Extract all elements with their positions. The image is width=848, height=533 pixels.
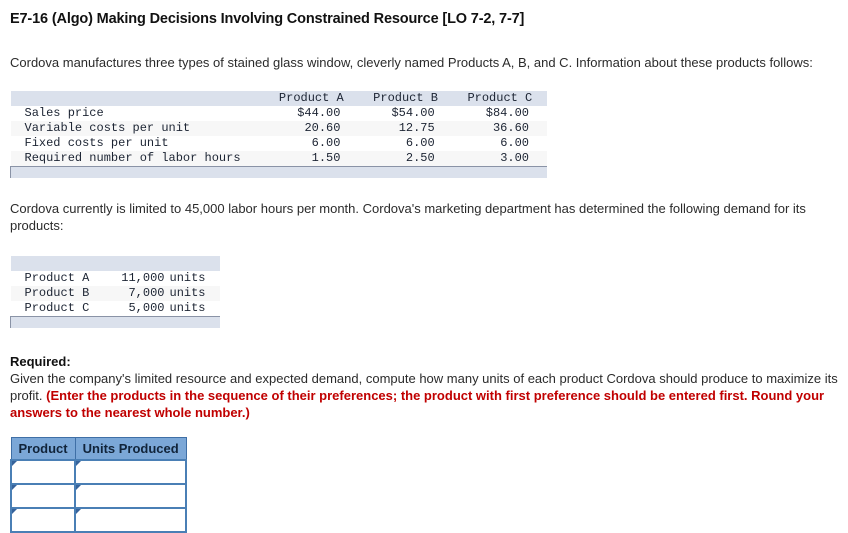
row-label: Product B [10,286,97,301]
product-input-cell-3[interactable] [9,507,77,533]
row-value-b: 12.75 [358,121,453,136]
row-label: Required number of labor hours [10,151,265,167]
answer-table-header-row: Product Units Produced [10,437,187,461]
cell-dropdown-marker-icon [12,509,17,514]
table-row: Variable costs per unit 20.60 12.75 36.6… [10,121,547,136]
instruction-emphasis-text: (Enter the products in the sequence of t… [10,388,825,420]
table-row: Product A 11,000 units [10,271,220,286]
answer-header-product: Product [10,437,76,461]
answer-entry-table: Product Units Produced [9,437,188,533]
header-blank-cell [164,256,220,271]
row-value-c: 6.00 [452,136,547,151]
row-label: Variable costs per unit [10,121,265,136]
row-value-a: 6.00 [264,136,359,151]
row-unit: units [164,301,220,317]
row-value-c: 3.00 [452,151,547,167]
header-blank-cell [96,256,165,271]
row-value-b: 2.50 [358,151,453,167]
row-label: Product A [10,271,97,286]
table-row: Product B 7,000 units [10,286,220,301]
product-input-cell-1[interactable] [9,459,77,485]
header-product-a: Product A [264,91,359,106]
footer-band [10,166,547,178]
product-table-footer [10,166,547,178]
header-product-b: Product B [358,91,453,106]
row-quantity: 5,000 [96,301,165,317]
product-information-table: Product A Product B Product C Sales pric… [10,91,547,178]
answer-row-2 [9,483,188,509]
row-value-b: $54.00 [358,106,453,121]
row-value-a: $44.00 [264,106,359,121]
constraint-paragraph: Cordova currently is limited to 45,000 l… [10,201,806,233]
table-row: Fixed costs per unit 6.00 6.00 6.00 [10,136,547,151]
units-input-cell-2[interactable] [74,483,188,509]
row-value-c: 36.60 [452,121,547,136]
cell-dropdown-marker-icon [76,509,82,514]
row-quantity: 7,000 [96,286,165,301]
row-value-a: 1.50 [264,151,359,167]
row-value-c: $84.00 [452,106,547,121]
cell-dropdown-marker-icon [76,461,82,466]
answer-header-units-produced: Units Produced [74,437,187,461]
row-unit: units [164,286,220,301]
answer-row-3 [9,507,188,533]
footer-band [10,316,220,328]
intro-paragraph: Cordova manufactures three types of stai… [10,55,813,70]
demand-table: Product A 11,000 units Product B 7,000 u… [10,256,220,328]
row-label: Sales price [10,106,265,121]
units-input-cell-3[interactable] [74,507,188,533]
header-product-c: Product C [452,91,547,106]
product-table-header-row: Product A Product B Product C [10,91,547,106]
table-row: Required number of labor hours 1.50 2.50… [10,151,547,167]
page-title: E7-16 (Algo) Making Decisions Involving … [10,11,525,27]
cell-dropdown-marker-icon [12,485,17,490]
demand-table-header-row [10,256,220,271]
header-blank-cell [10,256,97,271]
demand-table-footer [10,316,220,328]
units-input-cell-1[interactable] [74,459,188,485]
row-quantity: 11,000 [96,271,165,286]
row-value-b: 6.00 [358,136,453,151]
table-row: Sales price $44.00 $54.00 $84.00 [10,106,547,121]
question-page: E7-16 (Algo) Making Decisions Involving … [0,0,848,533]
cell-dropdown-marker-icon [12,461,17,466]
row-label: Product C [10,301,97,317]
required-section: Required: Given the company's limited re… [10,354,838,421]
required-label: Required: [10,354,71,369]
row-unit: units [164,271,220,286]
header-blank-cell [10,91,265,106]
cell-dropdown-marker-icon [76,485,82,490]
table-row: Product C 5,000 units [10,301,220,317]
row-value-a: 20.60 [264,121,359,136]
product-input-cell-2[interactable] [9,483,77,509]
answer-row-1 [9,459,188,485]
row-label: Fixed costs per unit [10,136,265,151]
required-instruction: Given the company's limited resource and… [10,370,838,421]
